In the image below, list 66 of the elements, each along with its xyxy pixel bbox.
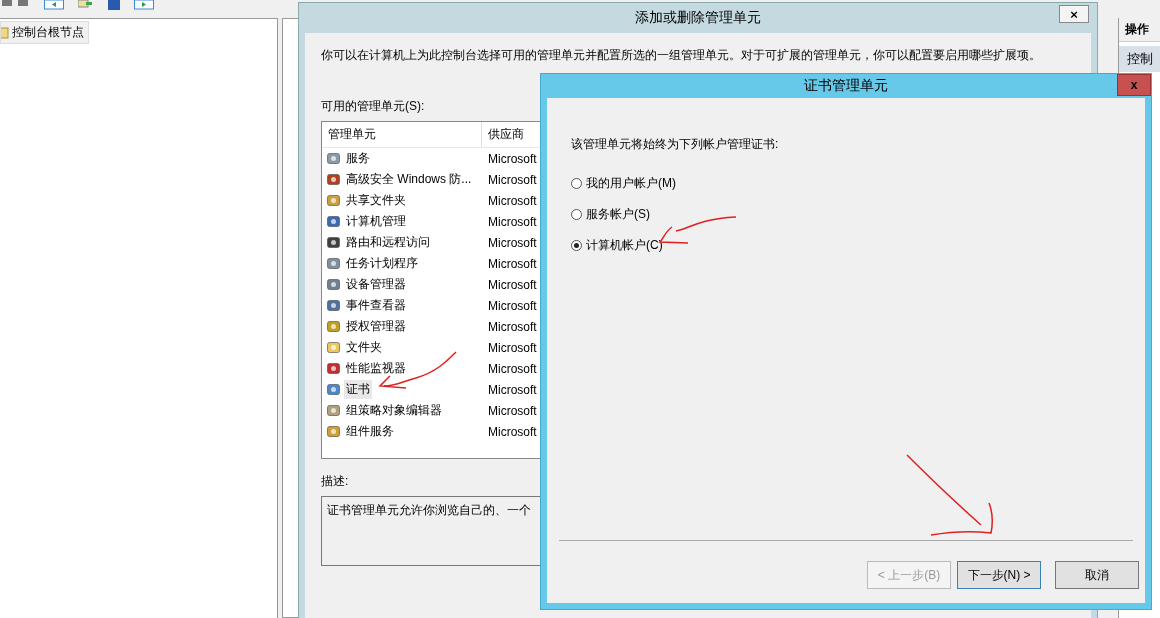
- snap-in-name[interactable]: 文件夹: [344, 338, 384, 357]
- window-title: 证书管理单元: [804, 77, 888, 95]
- vendor-cell: Microsoft: [488, 277, 537, 292]
- vendor-cell: Microsoft: [488, 319, 537, 334]
- vendor-cell: Microsoft: [488, 382, 537, 397]
- snap-in-name[interactable]: 组件服务: [344, 422, 396, 441]
- panel-toggle-icon[interactable]: [44, 0, 64, 10]
- actions-header: 操作: [1119, 18, 1160, 42]
- vendor-cell: Microsoft: [488, 193, 537, 208]
- vendor-cell: Microsoft: [488, 256, 537, 271]
- tree-item[interactable]: 控制台根节点: [0, 21, 89, 44]
- snap-in-icon: [326, 172, 341, 187]
- vendor-cell: Microsoft: [488, 235, 537, 250]
- snap-in-icon: [326, 403, 341, 418]
- snap-in-name[interactable]: 高级安全 Windows 防...: [344, 170, 474, 189]
- snap-in-name[interactable]: 性能监视器: [344, 359, 408, 378]
- snap-in-icon: [326, 151, 341, 166]
- snap-in-name[interactable]: 授权管理器: [344, 317, 408, 336]
- prompt-text: 该管理单元将始终为下列帐户管理证书:: [571, 136, 780, 153]
- export-icon[interactable]: [78, 0, 94, 8]
- snap-in-name[interactable]: 证书: [344, 380, 372, 399]
- snap-in-name[interactable]: 路由和远程访问: [344, 233, 432, 252]
- vendor-cell: Microsoft: [488, 214, 537, 229]
- snap-in-icon: [326, 361, 341, 376]
- action-item[interactable]: 控制: [1119, 46, 1160, 72]
- vendor-cell: Microsoft: [488, 151, 537, 166]
- radio-label[interactable]: 计算机帐户(C): [586, 237, 663, 254]
- snap-in-icon: [326, 319, 341, 334]
- vendor-cell: Microsoft: [488, 403, 537, 418]
- panel-toggle-icon[interactable]: [134, 0, 154, 10]
- close-button[interactable]: x: [1117, 74, 1151, 96]
- radio-button[interactable]: [571, 240, 582, 251]
- radio-button[interactable]: [571, 209, 582, 220]
- snap-in-icon: [326, 235, 341, 250]
- intro-text: 你可以在计算机上为此控制台选择可用的管理单元并配置所选的一组管理单元。对于可扩展的管理单元，你可以配置要启用哪些扩展项。: [321, 47, 1042, 64]
- snap-in-icon: [326, 340, 341, 355]
- snap-in-icon: [326, 193, 341, 208]
- radio-label[interactable]: 我的用户帐户(M): [586, 175, 676, 192]
- cancel-button[interactable]: 取消: [1055, 561, 1139, 589]
- snap-in-name[interactable]: 事件查看器: [344, 296, 408, 315]
- radio-button[interactable]: [571, 178, 582, 189]
- snap-in-name[interactable]: 设备管理器: [344, 275, 408, 294]
- vendor-cell: Microsoft: [488, 298, 537, 313]
- snap-in-name[interactable]: 计算机管理: [344, 212, 408, 231]
- folder-icon: [1, 26, 9, 39]
- snap-in-name[interactable]: 共享文件夹: [344, 191, 408, 210]
- snap-in-icon: [326, 256, 341, 271]
- snap-in-icon: [326, 424, 341, 439]
- snap-in-icon: [326, 298, 341, 313]
- radio-label[interactable]: 服务帐户(S): [586, 206, 650, 223]
- snap-in-icon: [326, 277, 341, 292]
- vendor-cell: Microsoft: [488, 340, 537, 355]
- next-button[interactable]: 下一步(N) >: [957, 561, 1041, 589]
- snap-in-icon: [326, 382, 341, 397]
- snap-in-icon: [326, 214, 341, 229]
- vendor-cell: Microsoft: [488, 361, 537, 376]
- vendor-cell: Microsoft: [488, 424, 537, 439]
- column-header[interactable]: 管理单元: [322, 122, 482, 148]
- snap-in-name[interactable]: 组策略对象编辑器: [344, 401, 444, 420]
- description-label: 描述:: [321, 473, 350, 490]
- vendor-cell: Microsoft: [488, 172, 537, 187]
- window-title: 添加或删除管理单元: [635, 9, 761, 27]
- close-button[interactable]: ×: [1059, 5, 1089, 23]
- list-label: 可用的管理单元(S):: [321, 98, 426, 115]
- snap-in-name[interactable]: 服务: [344, 149, 372, 168]
- snap-in-name[interactable]: 任务计划程序: [344, 254, 420, 273]
